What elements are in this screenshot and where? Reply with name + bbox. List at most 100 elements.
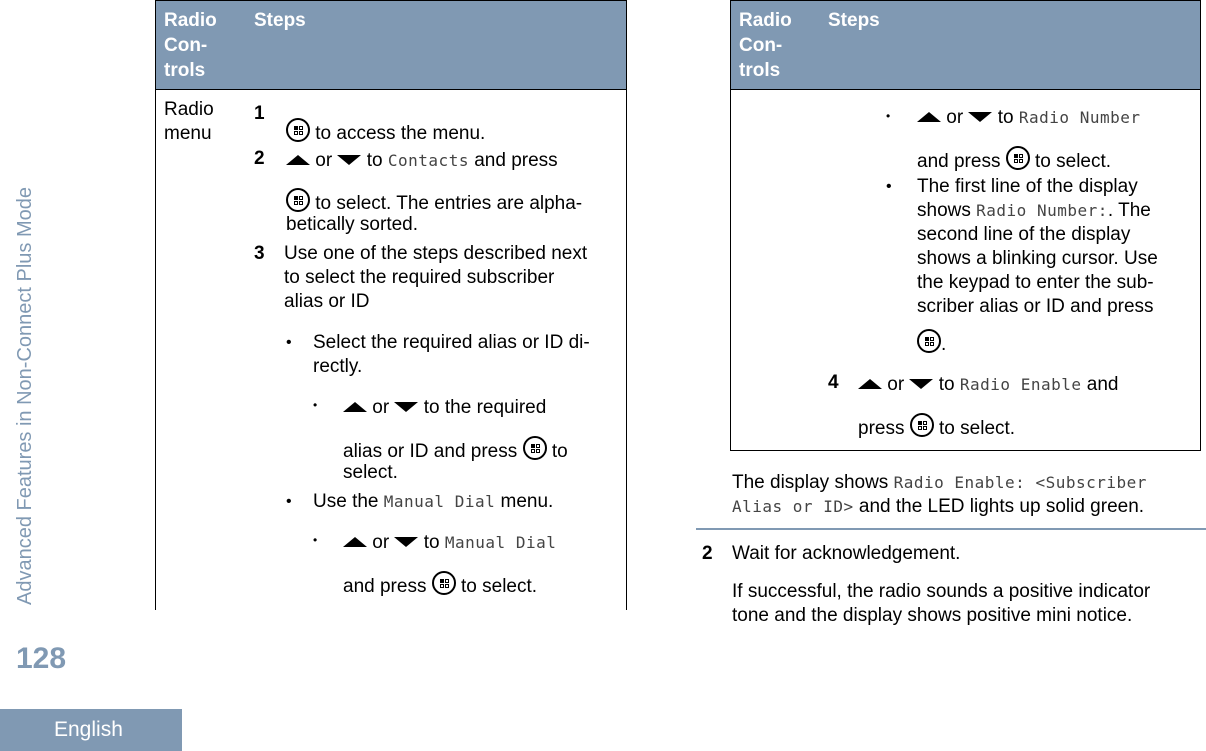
- menu-key-icon: [522, 436, 547, 460]
- step-number: 4: [828, 372, 839, 393]
- display-text: Radio Number: [1018, 108, 1141, 127]
- bullet-2-line2: shows Radio Number:. The: [917, 199, 1158, 223]
- step-text: Use the: [313, 491, 379, 512]
- menu-key-icon: [286, 118, 310, 142]
- step-text: to: [938, 374, 955, 395]
- step-2-line2: to select. The entries are alpha-: [286, 188, 582, 216]
- divider: [696, 528, 1206, 530]
- body-text: If successful, the radio sounds a positi…: [732, 581, 1151, 602]
- step-text: The first line of the display: [917, 176, 1138, 197]
- menu-key-icon: [917, 329, 941, 353]
- display-text: Alias or ID>: [732, 497, 854, 516]
- bullet-2-end: .: [917, 329, 1158, 357]
- step-text: press: [858, 418, 905, 439]
- up-arrow-icon: [343, 402, 367, 412]
- step-2-line3: betically sorted.: [286, 214, 419, 235]
- step-number: 2: [254, 148, 265, 169]
- sub-1-line2: alias or ID and press to: [343, 436, 568, 464]
- header-radio-controls: Radio Con- trols: [739, 8, 809, 83]
- step-text: to: [423, 532, 440, 553]
- sub-1-line1: or to the required: [343, 396, 546, 420]
- step-3-text: Use one of the steps described next to s…: [284, 242, 587, 314]
- table-header: Radio Con- trols Steps: [731, 0, 1200, 90]
- step-text: second line of the display: [917, 224, 1131, 245]
- header-text: trols: [739, 60, 781, 81]
- left-table: Radio Con- trols Steps Radio menu 1 to a…: [155, 0, 627, 610]
- page-number: 128: [16, 642, 67, 675]
- header-text: Con-: [164, 35, 208, 56]
- table-header: Radio Con- trols Steps: [156, 0, 626, 90]
- result-line1: The display shows Radio Enable: <Subscri…: [732, 471, 1147, 495]
- step-text: the keypad to enter the sub-: [917, 272, 1154, 293]
- bullet: •: [286, 493, 292, 510]
- header-text: trols: [164, 60, 206, 81]
- step-4-line2: press to select.: [858, 413, 1015, 441]
- step-text: or: [372, 397, 390, 418]
- sub-2-line2: and press to select.: [343, 571, 537, 599]
- step-text: to: [551, 441, 568, 462]
- step-2-result: If successful, the radio sounds a positi…: [732, 580, 1150, 628]
- step-4-line1: or to Radio Enable and: [858, 373, 1118, 397]
- step-text: alias or ID: [284, 291, 370, 312]
- bullet: •: [286, 334, 292, 351]
- display-text: Radio Number:: [976, 201, 1108, 220]
- step-text: and press: [343, 576, 427, 597]
- row-label-text: menu: [164, 123, 212, 144]
- step-text: scriber alias or ID and press: [917, 296, 1154, 317]
- sub-bullet: •: [313, 398, 318, 412]
- step-text: to select the required subscriber: [284, 267, 555, 288]
- sub-bullet: •: [886, 109, 891, 123]
- down-arrow-icon: [394, 537, 419, 547]
- down-arrow-icon: [394, 402, 419, 412]
- display-text: Radio Enable: <Subscriber: [893, 473, 1147, 492]
- display-text: Manual Dial: [444, 533, 557, 552]
- bullet-1-text: Select the required alias or ID di- rect…: [313, 331, 590, 379]
- body-text: The display shows: [732, 472, 889, 493]
- display-text: Radio Enable: [959, 375, 1082, 394]
- step-text: to access the menu.: [315, 123, 486, 144]
- language-tab: English: [0, 709, 182, 751]
- step-text: .: [941, 334, 947, 355]
- row-label-text: Radio: [164, 99, 214, 120]
- step-number: 3: [254, 243, 265, 264]
- bullet-2-text: The first line of the display shows Radi…: [917, 175, 1158, 357]
- down-arrow-icon: [909, 379, 934, 389]
- step-text: rectly.: [313, 356, 363, 377]
- sub-2-line1: or to Manual Dial: [343, 531, 556, 555]
- up-arrow-icon: [858, 379, 882, 389]
- result-paragraph: The display shows Radio Enable: <Subscri…: [732, 471, 1147, 519]
- step-2-text: Wait for acknowledgement.: [732, 543, 961, 564]
- menu-key-icon: [909, 413, 934, 437]
- up-arrow-icon: [343, 537, 367, 547]
- step-text: and press: [474, 150, 558, 171]
- bullet-2-text: Use the Manual Dial menu.: [313, 490, 553, 514]
- menu-key-icon: [1005, 146, 1030, 170]
- up-arrow-icon: [286, 155, 310, 165]
- result-line2: Alias or ID> and the LED lights up solid…: [732, 495, 1147, 519]
- step-text: to: [997, 107, 1014, 128]
- header-text: Radio: [164, 10, 217, 31]
- step-text: to select.: [461, 576, 538, 597]
- step-text: to the required: [423, 397, 547, 418]
- step-text: alias or ID and press: [343, 441, 518, 462]
- step-text: to: [366, 150, 383, 171]
- sub-bullet: •: [313, 533, 318, 547]
- header-text: Con-: [739, 35, 783, 56]
- menu-key-icon: [286, 188, 310, 212]
- header-steps: Steps: [828, 10, 880, 31]
- step-1-text: to access the menu.: [286, 118, 485, 146]
- bullet: •: [886, 178, 892, 195]
- step-text: or: [315, 150, 333, 171]
- down-arrow-icon: [968, 112, 993, 122]
- sub-1-line3: select.: [343, 462, 398, 483]
- up-arrow-icon: [917, 112, 941, 122]
- step-text: Use one of the steps described next: [284, 243, 588, 264]
- step-text: and: [1086, 374, 1119, 395]
- sub-1-line2: and press to select.: [917, 146, 1111, 174]
- display-text: Manual Dial: [383, 492, 496, 511]
- step-number: 1: [254, 103, 265, 124]
- step-2-line1: or to Contacts and press: [286, 149, 558, 173]
- step-text: Select the required alias or ID di-: [313, 332, 590, 353]
- step-text: menu.: [500, 491, 554, 512]
- step-text: shows: [917, 200, 971, 221]
